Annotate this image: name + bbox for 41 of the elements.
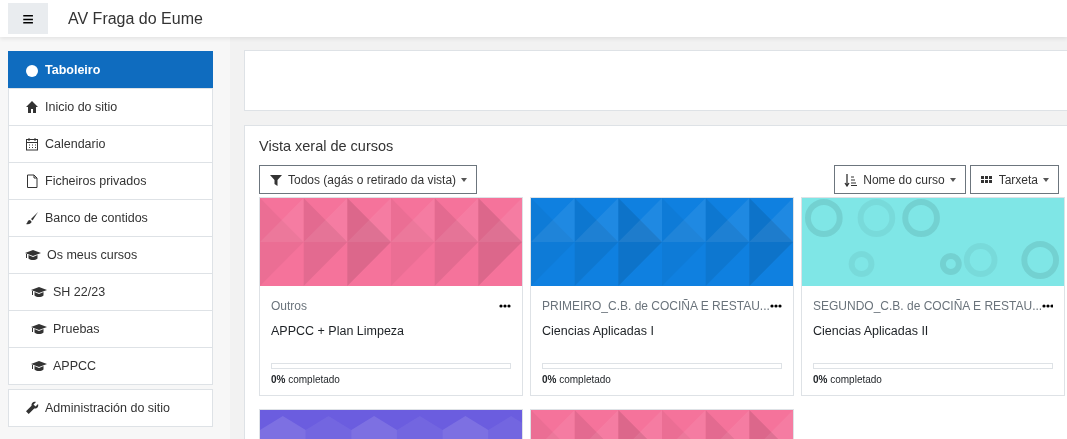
graduation-cap-icon [31,359,47,373]
course-category: Outros [271,298,307,316]
sidebar-item[interactable]: SH 22/23 [8,273,213,311]
sort-icon [844,172,859,187]
calendar-icon [25,137,39,151]
progress-text: 0% completado [271,373,341,388]
course-pattern-image[interactable] [802,198,1064,287]
course-name[interactable]: APPCC + Plan Limpeza [271,322,511,342]
sidebar-item[interactable]: Ficheiros privados [8,162,213,200]
filter-icon [269,172,283,187]
more-options-icon[interactable] [499,304,511,309]
sidebar-item[interactable]: Calendario [8,125,213,163]
sort-dropdown[interactable]: Nome do curso [834,165,966,195]
house-icon [25,100,39,114]
site-name[interactable]: AV Fraga do Eume [68,6,203,31]
menu-button[interactable]: ≡ [8,3,48,34]
course-category: SEGUNDO_C.B. de COCIÑA E RESTAU... [813,298,1043,316]
sidebar-item[interactable]: Pruebas [8,310,213,348]
sidebar-item[interactable]: Inicio do sitio [8,88,213,126]
course-name[interactable]: Ciencias Aplicadas I [542,322,782,342]
sidebar-item[interactable]: Taboleiro [8,51,213,89]
wrench-icon [25,401,39,415]
course-category: PRIMEIRO_C.B. de COCIÑA E RESTAU... [542,298,770,316]
graduation-cap-icon [31,285,47,299]
more-options-icon[interactable] [1042,304,1053,309]
document-icon [25,174,39,188]
more-options-icon[interactable] [770,304,782,309]
sidebar-item[interactable]: Banco de contidos [8,199,213,237]
sidebar-item[interactable]: Os meus cursos [8,236,213,274]
graduation-cap-icon [31,322,47,336]
sidebar-item[interactable]: APPCC [8,347,213,385]
view-dropdown[interactable]: Tarxeta [969,165,1059,195]
progress-text: 0% completado [813,373,883,388]
sidebar-item[interactable]: Administración do sitio [8,389,213,427]
graduation-cap-icon [25,248,41,262]
course-pattern-image[interactable] [531,198,793,287]
course-name[interactable]: Ciencias Aplicadas II [813,322,1053,342]
course-pattern-image[interactable] [260,198,522,287]
section-title: Vista xeral de cursos [259,138,395,156]
filter-dropdown[interactable]: Todos (agás o retirado da vista) [259,165,478,195]
progress-text: 0% completado [542,373,612,388]
